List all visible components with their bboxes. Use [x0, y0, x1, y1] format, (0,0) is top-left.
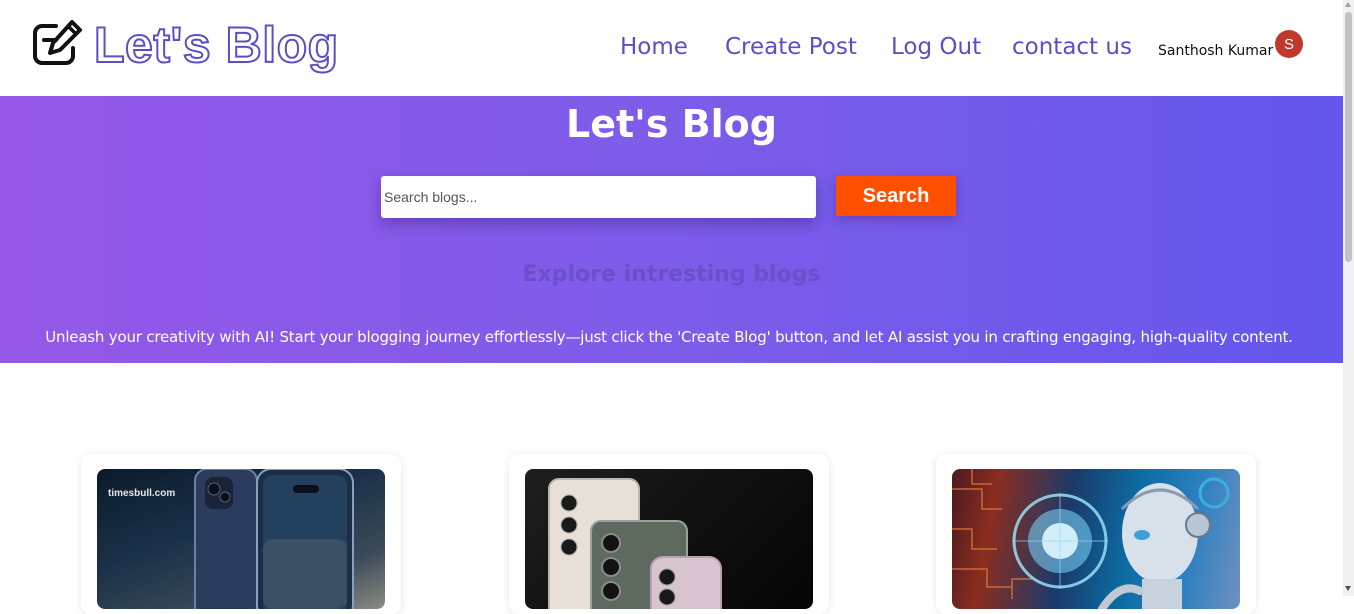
nav-home-link[interactable]: Home	[620, 34, 688, 60]
avatar[interactable]: S	[1275, 30, 1303, 58]
scroll-down-arrow-icon[interactable]	[1345, 586, 1351, 591]
avatar-initial: S	[1283, 35, 1294, 53]
blog-card[interactable]: timesbull.com	[81, 454, 401, 614]
search-input[interactable]	[381, 176, 816, 218]
brand-logo[interactable]: Let's Blog	[32, 16, 339, 74]
scrollbar-thumb[interactable]	[1345, 12, 1352, 262]
page-scrollbar[interactable]	[1343, 0, 1354, 596]
user-name: Santhosh Kumar	[1158, 43, 1274, 59]
phones-illustration	[548, 478, 722, 609]
search-button[interactable]: Search	[836, 176, 956, 216]
nav-contact-link[interactable]: contact us	[1012, 34, 1132, 60]
hero-banner: Let's Blog Search Explore intresting blo…	[0, 96, 1343, 363]
hero-description: Unleash your creativity with AI! Start y…	[45, 328, 1293, 346]
smartphones-image	[525, 469, 813, 609]
brand-name: Let's Blog	[93, 16, 339, 74]
ai-robot-image	[952, 469, 1240, 609]
nav-logout-link[interactable]: Log Out	[891, 34, 981, 60]
robot-illustration	[952, 469, 1230, 609]
image-watermark: timesbull.com	[108, 488, 176, 499]
edit-icon	[33, 20, 82, 65]
blog-card[interactable]	[509, 454, 829, 614]
smartphone-image: timesbull.com	[97, 469, 385, 609]
nav-create-post-link[interactable]: Create Post	[725, 34, 857, 60]
navbar: Let's Blog Home Create Post Log Out cont…	[0, 0, 1343, 96]
scroll-up-arrow-icon[interactable]	[1345, 2, 1351, 7]
hero-subtitle: Explore intresting blogs	[522, 262, 821, 287]
blog-card[interactable]	[936, 454, 1256, 614]
hero-title: Let's Blog	[566, 102, 777, 146]
